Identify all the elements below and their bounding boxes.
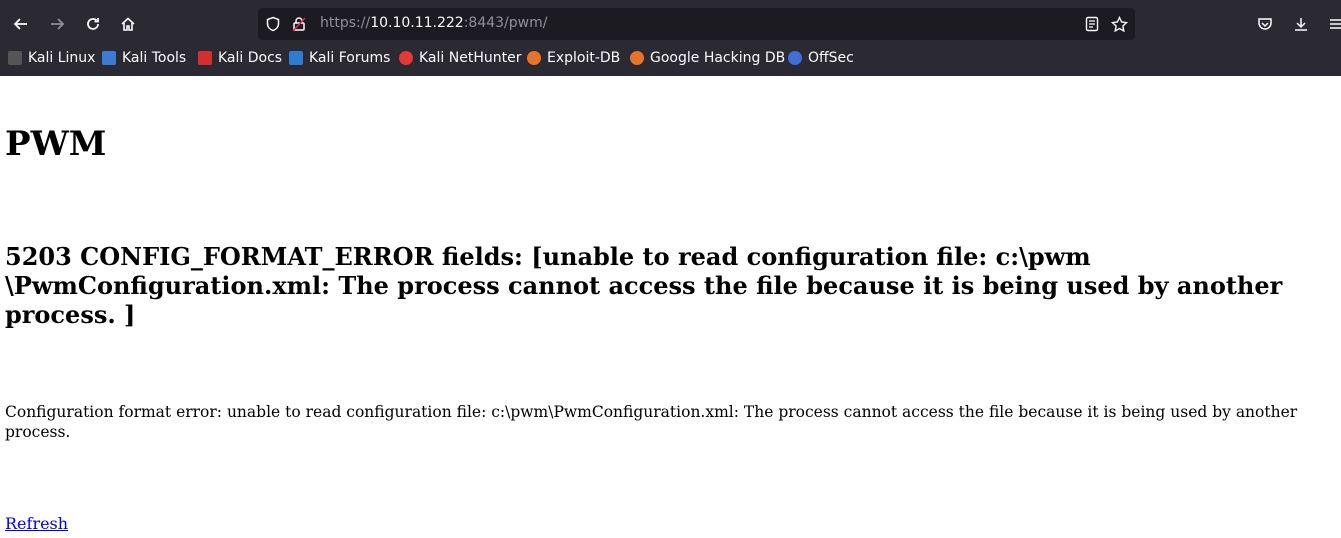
downloads-icon[interactable] — [1290, 13, 1312, 35]
error-message: Configuration format error: unable to re… — [5, 403, 1298, 441]
kali-nethunter-icon — [399, 51, 413, 65]
bookmark-label: Exploit-DB — [547, 50, 621, 66]
bookmark-label: Kali NetHunter — [419, 50, 522, 66]
reload-icon[interactable] — [80, 11, 106, 37]
url-text[interactable]: https://10.10.11.222:8443/pwm/ — [320, 15, 547, 31]
ghdb-icon — [630, 51, 644, 65]
bookmark-label: OffSec — [808, 50, 854, 66]
pocket-icon[interactable] — [1254, 13, 1276, 35]
back-arrow-icon[interactable] — [8, 11, 34, 37]
home-icon[interactable] — [115, 11, 141, 37]
url-bar[interactable]: https://10.10.11.222:8443/pwm/ — [258, 8, 1135, 40]
kali-dragon-icon — [8, 51, 22, 65]
bookmark-google-hacking-db[interactable]: Google Hacking DB — [630, 50, 785, 66]
bookmark-kali-tools[interactable]: Kali Tools — [102, 50, 186, 66]
menu-icon[interactable] — [1325, 13, 1341, 35]
shield-icon[interactable] — [264, 15, 282, 33]
offsec-icon — [788, 51, 802, 65]
browser-chrome: https://10.10.11.222:8443/pwm/ Kali Linu… — [0, 0, 1341, 76]
bookmark-label: Google Hacking DB — [650, 50, 786, 66]
kali-docs-icon — [198, 51, 212, 65]
bookmark-star-icon[interactable] — [1110, 15, 1128, 33]
insecure-lock-icon[interactable] — [290, 15, 308, 33]
bookmark-kali-docs[interactable]: Kali Docs — [198, 50, 282, 66]
bookmark-kali-linux[interactable]: Kali Linux — [8, 50, 95, 66]
forward-arrow-icon[interactable] — [44, 11, 70, 37]
url-host: 10.10.11.222 — [370, 15, 464, 31]
url-path: :8443/pwm/ — [463, 15, 548, 31]
bookmark-label: Kali Docs — [218, 50, 283, 66]
bookmark-label: Kali Tools — [122, 50, 187, 66]
bookmark-kali-forums[interactable]: Kali Forums — [289, 50, 390, 66]
bookmark-label: Kali Forums — [309, 50, 391, 66]
kali-forums-icon — [289, 51, 303, 65]
bookmark-label: Kali Linux — [28, 50, 96, 66]
bookmarks-toolbar: Kali Linux Kali Tools Kali Docs Kali For… — [0, 48, 1341, 72]
bookmark-kali-nethunter[interactable]: Kali NetHunter — [399, 50, 521, 66]
url-prefix: https:// — [320, 15, 371, 31]
bookmark-exploit-db[interactable]: Exploit-DB — [527, 50, 620, 66]
reader-view-icon[interactable] — [1083, 15, 1101, 33]
page-title: PWM — [5, 124, 107, 164]
refresh-link[interactable]: Refresh — [5, 514, 68, 533]
error-heading: 5203 CONFIG_FORMAT_ERROR fields: [unable… — [5, 242, 1283, 329]
exploit-db-icon — [527, 51, 541, 65]
bookmark-offsec[interactable]: OffSec — [788, 50, 854, 66]
kali-tools-icon — [102, 51, 116, 65]
